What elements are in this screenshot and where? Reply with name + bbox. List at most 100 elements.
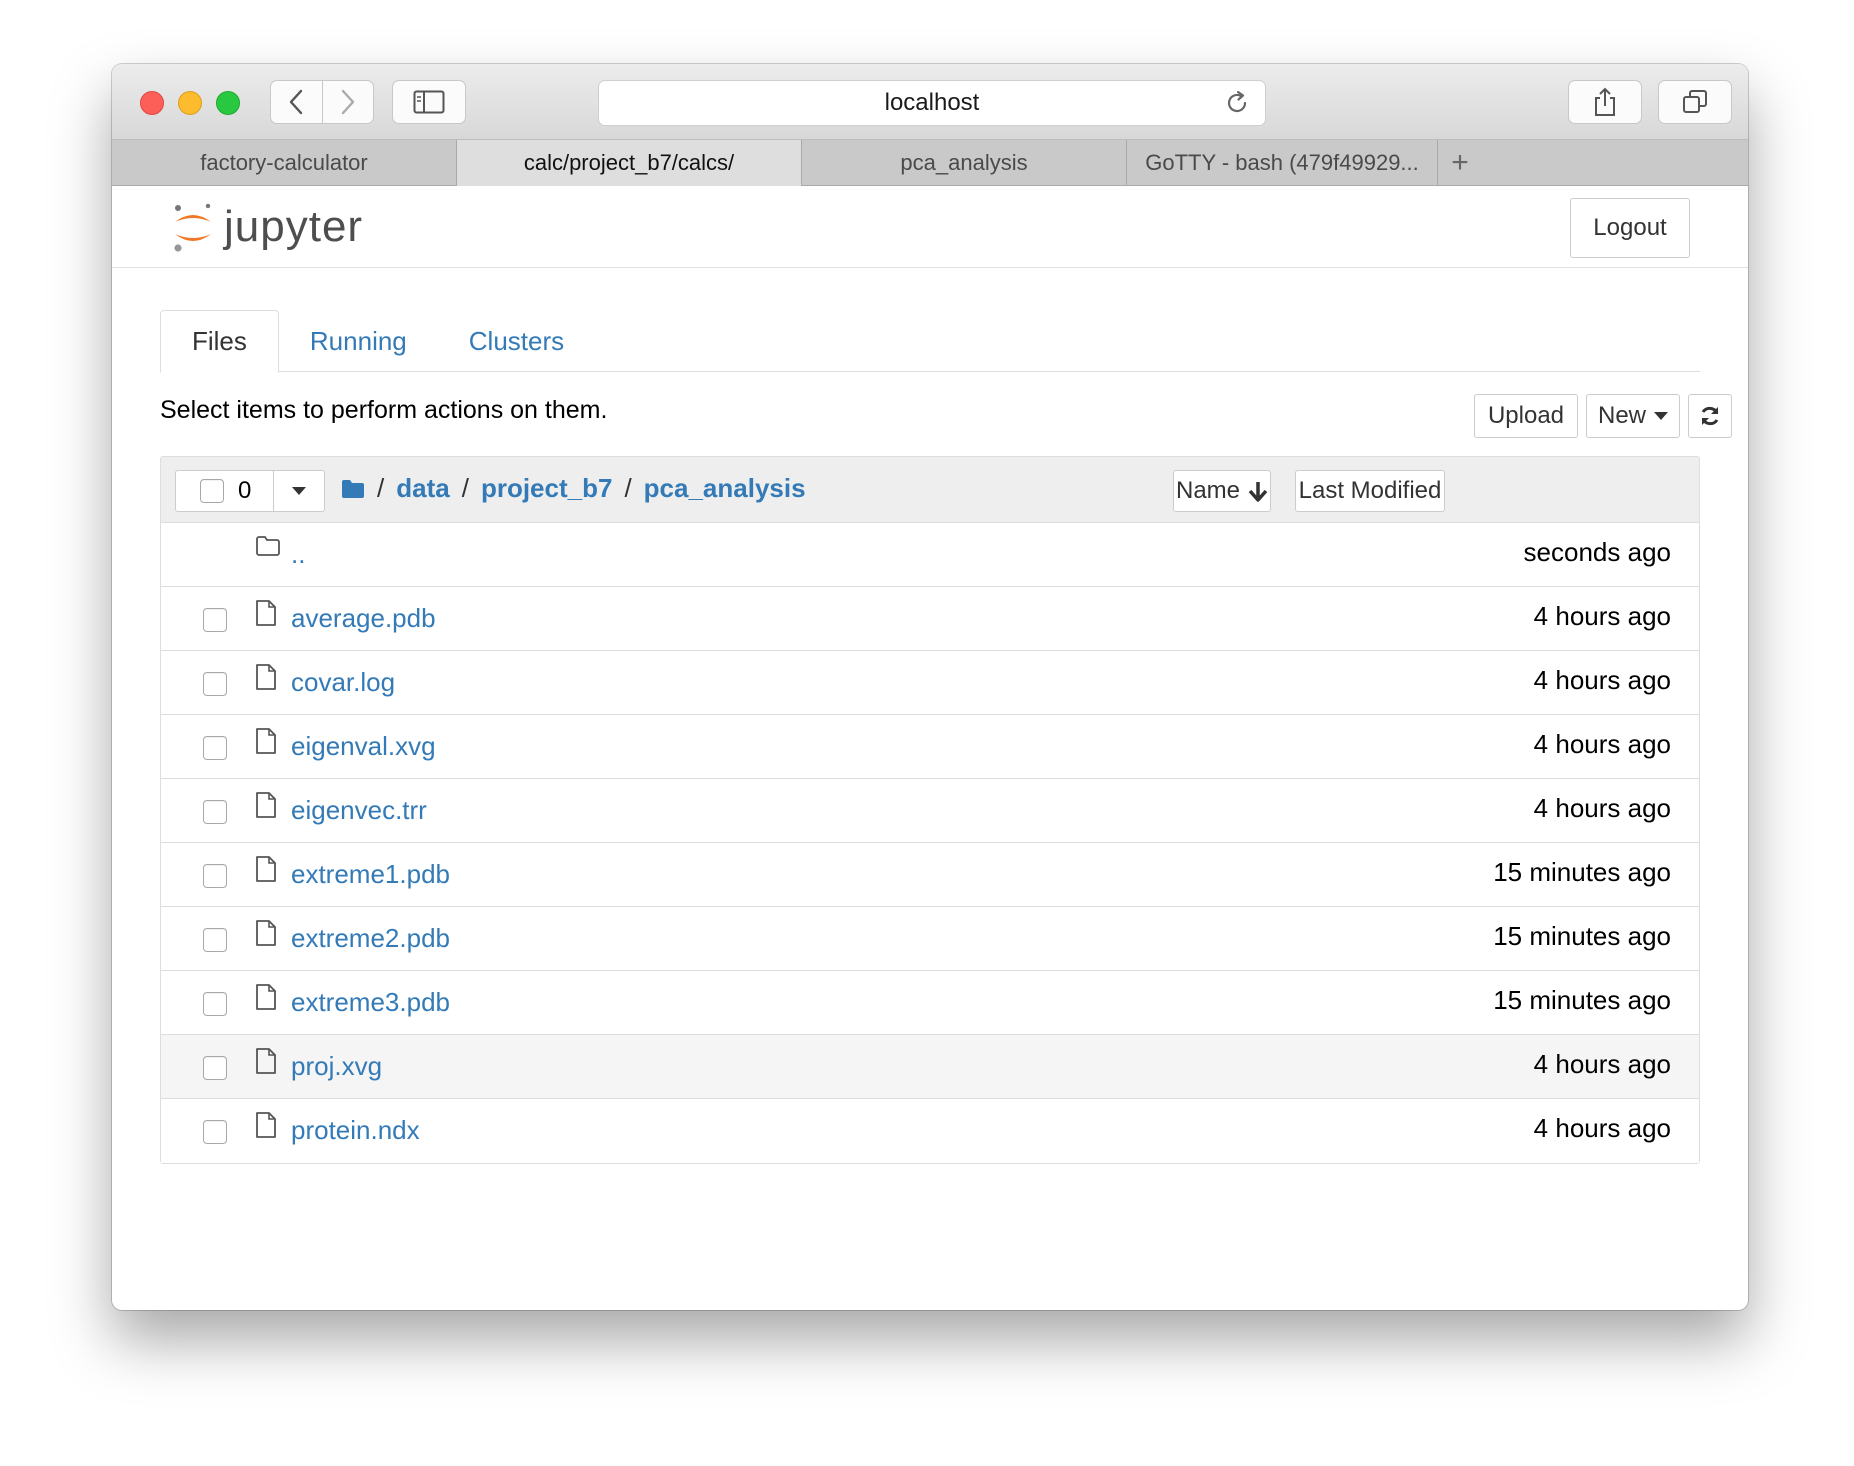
sort-by-last-modified-button[interactable]: Last Modified — [1295, 470, 1445, 512]
row-checkbox[interactable] — [203, 736, 227, 760]
tabs-overview-icon — [1683, 90, 1707, 113]
file-name-link[interactable]: average.pdb — [291, 603, 436, 634]
select-all-checkbox[interactable] — [200, 479, 224, 503]
breadcrumb-project-b7[interactable]: project_b7 — [481, 473, 613, 504]
file-name-link[interactable]: extreme2.pdb — [291, 923, 450, 954]
tab-clusters[interactable]: Clusters — [438, 310, 595, 372]
file-name-link[interactable]: eigenvec.trr — [291, 795, 427, 826]
row-checkbox[interactable] — [203, 1120, 227, 1144]
forward-button[interactable] — [321, 81, 373, 123]
file-icon — [255, 791, 277, 824]
file-icon — [255, 919, 277, 952]
caret-down-icon — [292, 487, 306, 495]
zoom-window-button[interactable] — [216, 91, 240, 115]
file-icon — [255, 855, 277, 888]
row-checkbox[interactable] — [203, 864, 227, 888]
breadcrumb-separator: / — [461, 473, 469, 503]
select-all-control[interactable]: 0 — [175, 470, 325, 512]
file-toolbar: Select items to perform actions on them.… — [160, 372, 1732, 456]
address-text: localhost — [884, 89, 980, 116]
file-row[interactable]: eigenvec.trr 4 hours ago — [161, 779, 1699, 843]
file-name-link[interactable]: extreme3.pdb — [291, 987, 450, 1018]
last-modified-text: 4 hours ago — [1533, 1113, 1671, 1143]
refresh-button[interactable] — [1688, 394, 1732, 438]
logout-button[interactable]: Logout — [1570, 198, 1690, 258]
sort-name-label: Name — [1175, 477, 1241, 504]
jupyter-logo-text: jupyter — [224, 202, 364, 251]
file-row[interactable]: average.pdb 4 hours ago — [161, 587, 1699, 651]
breadcrumb-data[interactable]: data — [396, 473, 449, 504]
sort-by-name-button[interactable]: Name — [1173, 470, 1271, 512]
sidebar-icon — [413, 90, 445, 114]
file-row[interactable]: extreme3.pdb 15 minutes ago — [161, 971, 1699, 1035]
new-tab-button[interactable]: + — [1438, 140, 1482, 186]
jupyter-logo-icon — [174, 203, 211, 252]
browser-tab-calcs[interactable]: calc/project_b7/calcs/ — [457, 140, 802, 186]
last-modified-text: seconds ago — [1523, 537, 1671, 567]
sidebar-toggle-button[interactable] — [392, 80, 466, 124]
show-all-tabs-button[interactable] — [1658, 80, 1732, 124]
row-checkbox[interactable] — [203, 1056, 227, 1080]
file-rows: .. seconds ago average.pdb 4 hours ago covar… — [161, 523, 1699, 1163]
row-checkbox[interactable] — [203, 608, 227, 632]
breadcrumb-separator: / — [377, 473, 385, 503]
breadcrumb-separator: / — [624, 473, 632, 503]
minimize-window-button[interactable] — [178, 91, 202, 115]
file-name-link[interactable]: covar.log — [291, 667, 395, 698]
row-checkbox[interactable] — [203, 672, 227, 696]
folder-icon — [255, 535, 281, 562]
file-row[interactable]: extreme1.pdb 15 minutes ago — [161, 843, 1699, 907]
file-row[interactable]: proj.xvg 4 hours ago — [161, 1035, 1699, 1099]
back-button[interactable] — [271, 81, 322, 123]
jupyter-header: jupyter Logout — [112, 186, 1748, 268]
row-checkbox[interactable] — [203, 800, 227, 824]
file-list: 0 / data / project_b7 / pca_analysis Nam… — [160, 456, 1700, 1164]
file-row[interactable]: .. seconds ago — [161, 523, 1699, 587]
new-dropdown-button[interactable]: New — [1586, 394, 1680, 438]
file-name-link[interactable]: proj.xvg — [291, 1051, 382, 1082]
file-row[interactable]: covar.log 4 hours ago — [161, 651, 1699, 715]
file-row[interactable]: eigenval.xvg 4 hours ago — [161, 715, 1699, 779]
tab-running[interactable]: Running — [279, 310, 438, 372]
file-icon — [255, 663, 277, 696]
file-icon — [255, 599, 277, 632]
last-modified-text: 4 hours ago — [1533, 793, 1671, 823]
share-button[interactable] — [1568, 80, 1642, 124]
address-bar[interactable]: localhost — [598, 80, 1266, 126]
breadcrumb: / data / project_b7 / pca_analysis — [341, 473, 806, 504]
close-window-button[interactable] — [140, 91, 164, 115]
browser-tab-pca-analysis[interactable]: pca_analysis — [802, 140, 1127, 186]
selected-count: 0 — [238, 477, 252, 504]
file-icon — [255, 727, 277, 760]
file-row[interactable]: extreme2.pdb 15 minutes ago — [161, 907, 1699, 971]
file-icon — [255, 1047, 277, 1080]
caret-down-icon — [1654, 412, 1668, 420]
dashboard-tabs: Files Running Clusters — [160, 310, 1700, 373]
main-content: Files Running Clusters Select items to p… — [160, 310, 1732, 1164]
last-modified-text: 4 hours ago — [1533, 601, 1671, 631]
reload-icon[interactable] — [1223, 89, 1251, 117]
row-checkbox[interactable] — [203, 928, 227, 952]
select-all-toggle[interactable]: 0 — [176, 471, 274, 511]
row-checkbox[interactable] — [203, 992, 227, 1016]
file-list-header: 0 / data / project_b7 / pca_analysis Nam… — [161, 457, 1699, 523]
last-modified-text: 15 minutes ago — [1493, 921, 1671, 951]
breadcrumb-pca-analysis[interactable]: pca_analysis — [644, 473, 806, 504]
browser-tab-strip: factory-calculator calc/project_b7/calcs… — [112, 140, 1748, 186]
upload-button[interactable]: Upload — [1474, 394, 1578, 438]
last-modified-text: 4 hours ago — [1533, 665, 1671, 695]
file-name-link[interactable]: extreme1.pdb — [291, 859, 450, 890]
file-name-link[interactable]: eigenval.xvg — [291, 731, 436, 762]
file-name-link[interactable]: .. — [291, 539, 305, 570]
browser-tab-gotty[interactable]: GoTTY - bash (479f49929... — [1127, 140, 1438, 186]
file-name-link[interactable]: protein.ndx — [291, 1115, 420, 1146]
file-row[interactable]: protein.ndx 4 hours ago — [161, 1099, 1699, 1163]
select-menu-toggle[interactable] — [274, 471, 324, 511]
last-modified-text: 4 hours ago — [1533, 729, 1671, 759]
tab-files[interactable]: Files — [160, 310, 279, 373]
chevron-left-icon — [290, 89, 303, 115]
jupyter-logo[interactable]: jupyter — [170, 200, 363, 254]
browser-tab-factory-calculator[interactable]: factory-calculator — [112, 140, 457, 186]
browser-window: localhost factory-calculator calc/projec… — [112, 64, 1748, 1310]
folder-home-icon[interactable] — [341, 479, 365, 499]
